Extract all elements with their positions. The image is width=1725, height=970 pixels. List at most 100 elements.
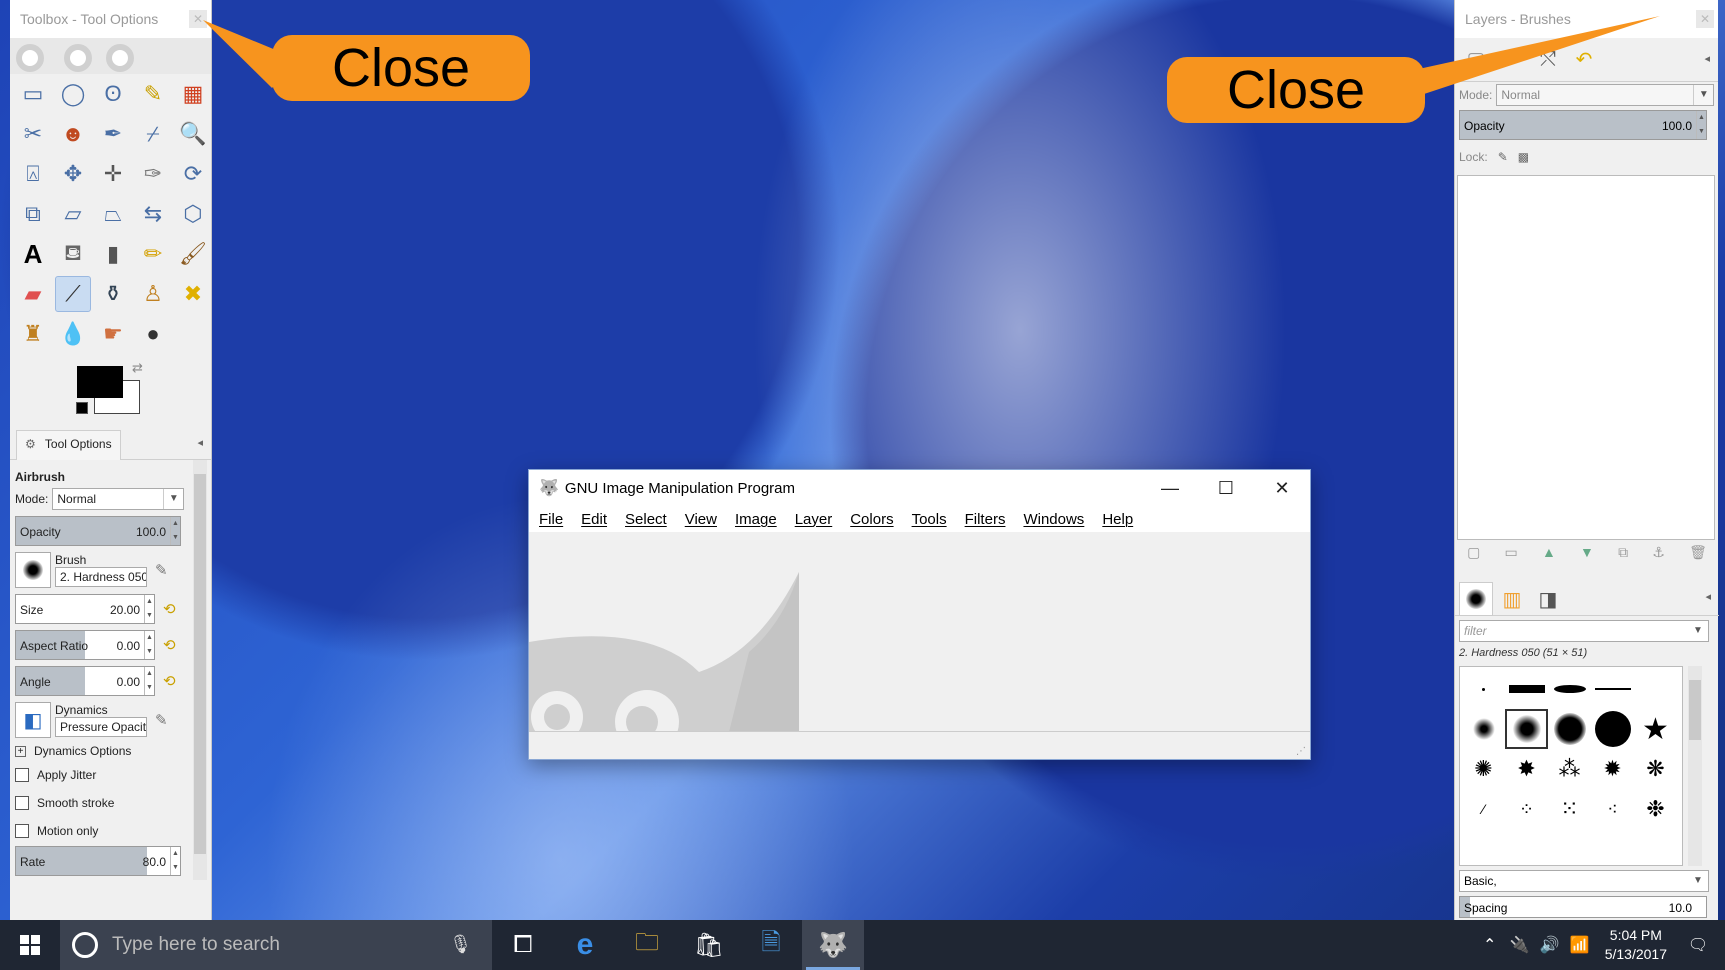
expand-icon[interactable]: +	[15, 745, 26, 757]
brush-tag-select[interactable]: Basic, ▼	[1459, 870, 1709, 892]
reset-angle-icon[interactable]: ⟲	[163, 672, 176, 690]
brush-name-field[interactable]: 2. Hardness 050	[55, 567, 147, 587]
smudge-tool-icon[interactable]: ☛	[95, 316, 131, 352]
chevron-up-icon[interactable]: ⌃	[1475, 935, 1505, 955]
swap-colors-icon[interactable]: ⇄	[132, 360, 143, 376]
tab-tool-options[interactable]: ⚙ Tool Options	[16, 430, 121, 460]
brush-item[interactable]: ✺	[1462, 749, 1505, 789]
scissors-select-tool-icon[interactable]: ✂	[15, 116, 51, 152]
perspective-tool-icon[interactable]: ⏢	[95, 196, 131, 232]
heal-tool-icon[interactable]: ✖	[175, 276, 211, 312]
motion-only-checkbox[interactable]	[15, 824, 29, 838]
tab-gradients[interactable]: ◨	[1531, 582, 1565, 616]
opacity-slider[interactable]: Opacity 100.0 ▲ ▼	[15, 516, 181, 546]
configure-tab-icon[interactable]: ◂	[1704, 52, 1710, 65]
delete-layer-icon[interactable]: 🗑	[1689, 544, 1707, 570]
taskbar-search-box[interactable]: Type here to search 🎙	[60, 920, 492, 970]
zoom-tool-icon[interactable]: 🔍	[175, 116, 211, 152]
brush-grid[interactable]: ★ ✺ ✸ ⁂ ✹ ❋ ⁄ ⁘ ⁙ ⁖ ❉	[1459, 666, 1683, 866]
eraser-tool-icon[interactable]: ▰	[15, 276, 51, 312]
layer-mode-select[interactable]: Normal ▼	[1496, 84, 1715, 106]
tab-undo-history[interactable]: ↶	[1567, 42, 1601, 76]
menu-windows[interactable]: Windows	[1023, 511, 1084, 528]
edge-browser-icon[interactable]: e	[554, 920, 616, 970]
microphone-icon[interactable]: 🎙	[449, 934, 472, 955]
rate-spinner[interactable]: ▲ ▼	[170, 847, 180, 875]
pencil-tool-icon[interactable]: ✏	[135, 236, 171, 272]
toolbox-titlebar[interactable]: Toolbox - Tool Options ✕	[10, 0, 211, 38]
bucket-fill-tool-icon[interactable]: ⛾	[55, 236, 91, 272]
blend-tool-icon[interactable]: ▮	[95, 236, 131, 272]
dynamics-options-label[interactable]: Dynamics Options	[34, 744, 131, 758]
tab-layers[interactable]: ▢	[1459, 42, 1493, 76]
paintbrush-tool-icon[interactable]: 🖌	[175, 236, 211, 272]
brush-grid-scrollbar[interactable]	[1688, 666, 1702, 866]
text-tool-icon[interactable]: A	[15, 236, 51, 272]
menu-image[interactable]: Image	[735, 511, 777, 528]
action-center-icon[interactable]: 🗨	[1683, 935, 1713, 955]
brush-item-selected[interactable]	[1505, 709, 1548, 749]
notepad-icon[interactable]: 🗎	[740, 920, 802, 970]
brush-item[interactable]: ✸	[1505, 749, 1548, 789]
scale-tool-icon[interactable]: ⧉	[15, 196, 51, 232]
ink-tool-icon[interactable]: ⚱	[95, 276, 131, 312]
aspect-ratio-spinner[interactable]: ▲ ▼	[144, 631, 154, 659]
apply-jitter-checkbox[interactable]	[15, 768, 29, 782]
tab-brushes[interactable]	[1459, 582, 1493, 616]
brush-item[interactable]: ⁄	[1462, 789, 1505, 829]
configure-tab-icon[interactable]: ◂	[1705, 590, 1711, 603]
flip-tool-icon[interactable]: ⇆	[135, 196, 171, 232]
cage-transform-tool-icon[interactable]: ⬡	[175, 196, 211, 232]
menu-layer[interactable]: Layer	[795, 511, 833, 528]
rect-select-tool-icon[interactable]: ▭	[15, 76, 51, 112]
blur-tool-icon[interactable]: 💧	[55, 316, 91, 352]
configure-tab-icon[interactable]: ◂	[197, 436, 203, 449]
menu-filters[interactable]: Filters	[965, 511, 1006, 528]
maximize-button[interactable]: ☐	[1198, 470, 1254, 506]
edit-dynamics-icon[interactable]: ✎	[155, 711, 168, 729]
perspective-clone-tool-icon[interactable]: ♜	[15, 316, 51, 352]
angle-spinner[interactable]: ▲ ▼	[144, 667, 154, 695]
reset-colors-icon[interactable]	[76, 402, 88, 414]
dock-titlebar[interactable]: Layers - Brushes ✕	[1455, 0, 1718, 38]
move-tool-icon[interactable]: ✥	[55, 156, 91, 192]
lock-pixels-icon[interactable]: ✎	[1498, 150, 1508, 164]
brush-preview[interactable]	[15, 552, 51, 588]
size-slider[interactable]: Size 20.00 ▲ ▼	[15, 594, 155, 624]
brush-item[interactable]	[1591, 709, 1634, 749]
brush-item[interactable]	[1505, 669, 1548, 709]
foreground-select-tool-icon[interactable]: ☻	[55, 116, 91, 152]
foreground-color[interactable]	[77, 366, 123, 398]
store-icon[interactable]: 🛍	[678, 920, 740, 970]
brush-item[interactable]: ⁙	[1548, 789, 1591, 829]
shear-tool-icon[interactable]: ▱	[55, 196, 91, 232]
brush-item[interactable]	[1548, 709, 1591, 749]
menu-edit[interactable]: Edit	[581, 511, 607, 528]
resize-grip-icon[interactable]: ⋰	[1296, 746, 1306, 757]
file-explorer-icon[interactable]: 🗀	[616, 920, 678, 970]
menu-select[interactable]: Select	[625, 511, 667, 528]
paths-tool-icon[interactable]: ✒	[95, 116, 131, 152]
close-button[interactable]: ✕	[1254, 470, 1310, 506]
size-spinner[interactable]: ▲ ▼	[144, 595, 154, 623]
free-select-tool-icon[interactable]: ʘ	[95, 76, 131, 112]
tab-patterns[interactable]: ▥	[1495, 582, 1529, 616]
opacity-spinner[interactable]: ▲ ▼	[170, 517, 180, 545]
brush-item[interactable]	[1591, 669, 1634, 709]
wilber-drop-area[interactable]	[10, 38, 211, 74]
aspect-ratio-slider[interactable]: Aspect Ratio 0.00 ▲ ▼	[15, 630, 155, 660]
dodge-burn-tool-icon[interactable]: ●	[135, 316, 171, 352]
start-button[interactable]	[0, 920, 60, 970]
menu-help[interactable]: Help	[1102, 511, 1133, 528]
tool-options-scrollbar[interactable]	[193, 460, 207, 880]
edit-brush-icon[interactable]: ✎	[155, 561, 168, 579]
reset-size-icon[interactable]: ⟲	[163, 600, 176, 618]
menu-view[interactable]: View	[685, 511, 717, 528]
layer-opacity-spinner[interactable]: ▲ ▼	[1696, 111, 1706, 139]
dock-close-button[interactable]: ✕	[1696, 10, 1714, 28]
crop-tool-icon[interactable]: ✑	[135, 156, 171, 192]
brush-item[interactable]: ⁂	[1548, 749, 1591, 789]
brush-item[interactable]: ❋	[1634, 749, 1677, 789]
menu-file[interactable]: File	[539, 511, 563, 528]
clock[interactable]: 5:04 PM 5/13/2017	[1605, 926, 1667, 964]
